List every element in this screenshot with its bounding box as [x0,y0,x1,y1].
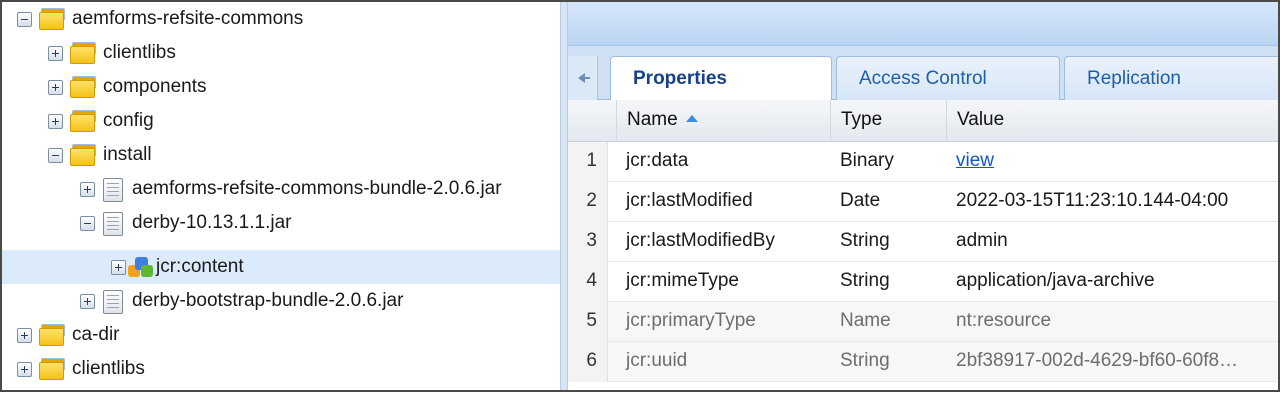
row-number: 5 [568,302,608,342]
tree-node-commons-bundle-jar[interactable]: aemforms-refsite-commons-bundle-2.0.6.ja… [2,172,560,206]
tree-node-label: derby-10.13.1.1.jar [132,212,292,233]
tree-node-clientlibs[interactable]: clientlibs [2,36,560,70]
property-type: String [840,270,890,291]
folder-icon [39,324,65,346]
tree-node-install[interactable]: install [2,138,560,172]
property-type: Name [840,310,891,331]
property-type: String [840,230,890,251]
property-value: 2bf38917-002d-4629-bf60-60f8… [956,350,1239,371]
property-name: jcr:lastModified [626,190,753,211]
table-row[interactable]: 1 jcr:data Binary view [568,142,1278,182]
expand-icon[interactable] [80,182,95,197]
folder-icon [39,8,65,30]
repository-tree: aemforms-refsite-commons clientlibs comp… [2,2,560,390]
pane-splitter[interactable] [560,2,568,390]
panel-header [568,2,1278,46]
property-value: nt:resource [956,310,1052,331]
view-link[interactable]: view [956,150,994,171]
expand-icon[interactable] [17,362,32,377]
folder-icon [70,110,96,132]
property-type: Binary [840,150,894,171]
tree-node-aemforms-refsite-commons[interactable]: aemforms-refsite-commons [2,2,560,36]
crxde-window: aemforms-refsite-commons clientlibs comp… [0,0,1280,392]
tree-node-clientlibs-root[interactable]: clientlibs [2,352,560,386]
tree-node-label: aemforms-refsite-commons-bundle-2.0.6.ja… [132,178,502,199]
column-header-label: Name [627,109,678,130]
collapse-icon[interactable] [80,216,95,231]
tab-bar: Properties Access Control Replication [568,46,1278,101]
table-row[interactable]: 2 jcr:lastModified Date 2022-03-15T11:23… [568,182,1278,222]
expand-icon[interactable] [48,80,63,95]
table-row[interactable]: 5 jcr:primaryType Name nt:resource [568,302,1278,342]
property-type: String [840,350,890,371]
tree-node-label: jcr:content [156,256,244,277]
property-value: application/java-archive [956,270,1155,291]
folder-icon [70,144,96,166]
property-value: admin [956,230,1008,251]
tree-node-label: install [103,144,152,165]
property-type: Date [840,190,881,211]
file-icon [103,178,123,202]
property-name: jcr:data [626,150,689,171]
folder-icon [39,358,65,380]
collapse-icon[interactable] [48,148,63,163]
row-number: 2 [568,182,608,222]
collapse-icon[interactable] [17,12,32,27]
expand-icon[interactable] [111,260,126,275]
property-value: view [946,142,1278,182]
grid-header: Name Type Value [568,100,1278,142]
row-number: 4 [568,262,608,302]
row-number: 6 [568,342,608,382]
column-header-value[interactable]: Value [946,100,1278,142]
tab-access-control[interactable]: Access Control [836,56,1060,100]
tree-node-label: ca-dir [72,324,120,345]
property-name: jcr:primaryType [626,310,756,331]
row-number: 1 [568,142,608,182]
folder-icon [70,76,96,98]
tree-node-label: components [103,76,207,97]
expand-icon[interactable] [48,46,63,61]
property-value: 2022-03-15T11:23:10.144-04:00 [956,190,1229,211]
table-row[interactable]: 3 jcr:lastModifiedBy String admin [568,222,1278,262]
tree-node-components[interactable]: components [2,70,560,104]
sort-ascending-icon [685,115,698,122]
tree-node-jcr-content[interactable]: jcr:content [2,250,560,284]
folder-icon [70,42,96,64]
tab-replication[interactable]: Replication [1064,56,1278,100]
file-icon [103,290,123,314]
property-name: jcr:uuid [626,350,688,371]
tree-node-label: config [103,110,154,131]
tab-properties[interactable]: Properties [610,56,832,101]
expand-icon[interactable] [48,114,63,129]
tree-node-ca-dir[interactable]: ca-dir [2,318,560,352]
property-name: jcr:mimeType [626,270,739,291]
node-icon [128,256,154,278]
tree-node-label: clientlibs [72,358,145,379]
row-number-header [568,100,616,142]
properties-panel: Properties Access Control Replication Na… [568,2,1278,390]
expand-icon[interactable] [80,294,95,309]
tree-node-label: derby-bootstrap-bundle-2.0.6.jar [132,290,404,311]
table-row[interactable]: 6 jcr:uuid String 2bf38917-002d-4629-bf6… [568,342,1278,382]
tree-node-label: clientlibs [103,42,176,63]
file-icon [103,212,123,236]
tree-node-derby-bootstrap-jar[interactable]: derby-bootstrap-bundle-2.0.6.jar [2,284,560,318]
row-number: 3 [568,222,608,262]
scroll-left-icon[interactable] [568,56,598,100]
tree-node-config[interactable]: config [2,104,560,138]
tree-node-derby-jar[interactable]: derby-10.13.1.1.jar [2,206,560,240]
table-row[interactable]: 4 jcr:mimeType String application/java-a… [568,262,1278,302]
expand-icon[interactable] [17,328,32,343]
property-name: jcr:lastModifiedBy [626,230,775,251]
column-header-name[interactable]: Name [616,100,830,142]
tree-node-label: aemforms-refsite-commons [72,8,304,29]
column-header-type[interactable]: Type [830,100,946,142]
